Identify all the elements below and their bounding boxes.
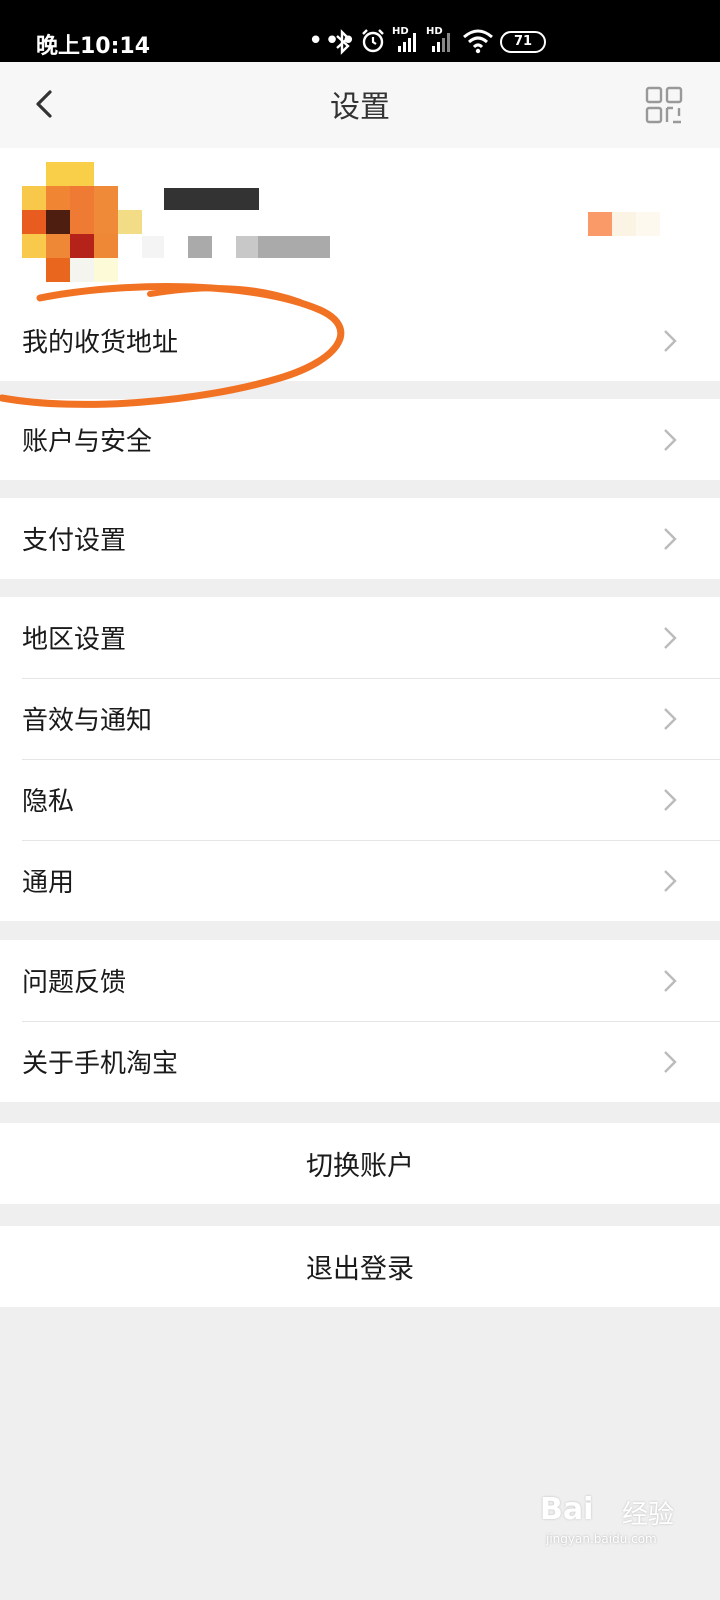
avatar	[22, 162, 142, 282]
profile-card[interactable]	[0, 148, 720, 300]
chevron-right-icon	[664, 969, 677, 992]
chevron-right-icon	[664, 869, 677, 892]
section-payment: 支付设置	[0, 498, 720, 579]
chevron-right-icon	[664, 329, 677, 352]
section-general: 地区设置 音效与通知 隐私 通用	[0, 597, 720, 921]
menu-item-label: 地区设置	[22, 625, 127, 655]
page-title: 设置	[330, 90, 390, 125]
chevron-right-icon	[664, 707, 677, 730]
menu-item-label: 音效与通知	[22, 706, 153, 736]
menu-item-feedback[interactable]: 问题反馈	[0, 940, 720, 1021]
section-help: 问题反馈 关于手机淘宝	[0, 940, 720, 1102]
chevron-right-icon	[664, 527, 677, 550]
menu-item-general[interactable]: 通用	[0, 840, 720, 921]
bluetooth-icon	[336, 29, 350, 55]
watermark-logo-text: Bai	[540, 1492, 594, 1527]
username-redacted	[164, 188, 259, 210]
menu-item-address[interactable]: 我的收货地址	[0, 300, 720, 381]
chevron-right-icon	[664, 1050, 677, 1073]
chevron-right-icon	[664, 626, 677, 649]
signal-2-icon: HD	[426, 26, 456, 54]
section-account: 账户与安全	[0, 399, 720, 480]
nav-bar: 设置	[0, 62, 720, 148]
alarm-icon	[362, 29, 384, 53]
section-logout: 退出登录	[0, 1226, 720, 1307]
menu-item-account-security[interactable]: 账户与安全	[0, 399, 720, 480]
menu-item-label: 支付设置	[22, 526, 127, 556]
chevron-right-icon	[664, 788, 677, 811]
chevron-right-icon	[664, 428, 677, 451]
menu-item-label: 账户与安全	[22, 427, 153, 457]
switch-account-button[interactable]: 切换账户	[0, 1123, 720, 1204]
switch-account-label: 切换账户	[306, 1151, 414, 1182]
menu-item-label: 问题反馈	[22, 968, 127, 998]
signal-1-icon: HD	[392, 26, 422, 54]
battery-icon: 71	[500, 31, 546, 53]
menu-item-label: 我的收货地址	[22, 328, 179, 358]
watermark-url: jingyan.baidu.com	[546, 1532, 657, 1546]
baidu-jingyan-watermark: Bai 经验 jingyan.baidu.com	[540, 1492, 700, 1552]
logout-label: 退出登录	[306, 1254, 414, 1285]
menu-item-region-settings[interactable]: 地区设置	[0, 597, 720, 678]
menu-item-label: 隐私	[22, 787, 75, 817]
section-switch-account: 切换账户	[0, 1123, 720, 1204]
watermark-cn-text: 经验	[622, 1500, 675, 1530]
menu-item-privacy[interactable]: 隐私	[0, 759, 720, 840]
battery-level: 71	[513, 34, 533, 49]
logout-button[interactable]: 退出登录	[0, 1226, 720, 1307]
menu-item-payment-settings[interactable]: 支付设置	[0, 498, 720, 579]
menu-item-about[interactable]: 关于手机淘宝	[0, 1021, 720, 1102]
status-time: 晚上10:14	[36, 34, 151, 59]
menu-item-label: 关于手机淘宝	[22, 1049, 179, 1079]
menu-item-sound-notifications[interactable]: 音效与通知	[0, 678, 720, 759]
qr-code-icon[interactable]	[645, 86, 683, 124]
section-address: 我的收货地址	[0, 300, 720, 381]
wifi-icon	[463, 29, 493, 54]
status-bar: 晚上10:14 ••• HD HD 71	[0, 0, 720, 62]
menu-item-label: 通用	[22, 868, 75, 898]
